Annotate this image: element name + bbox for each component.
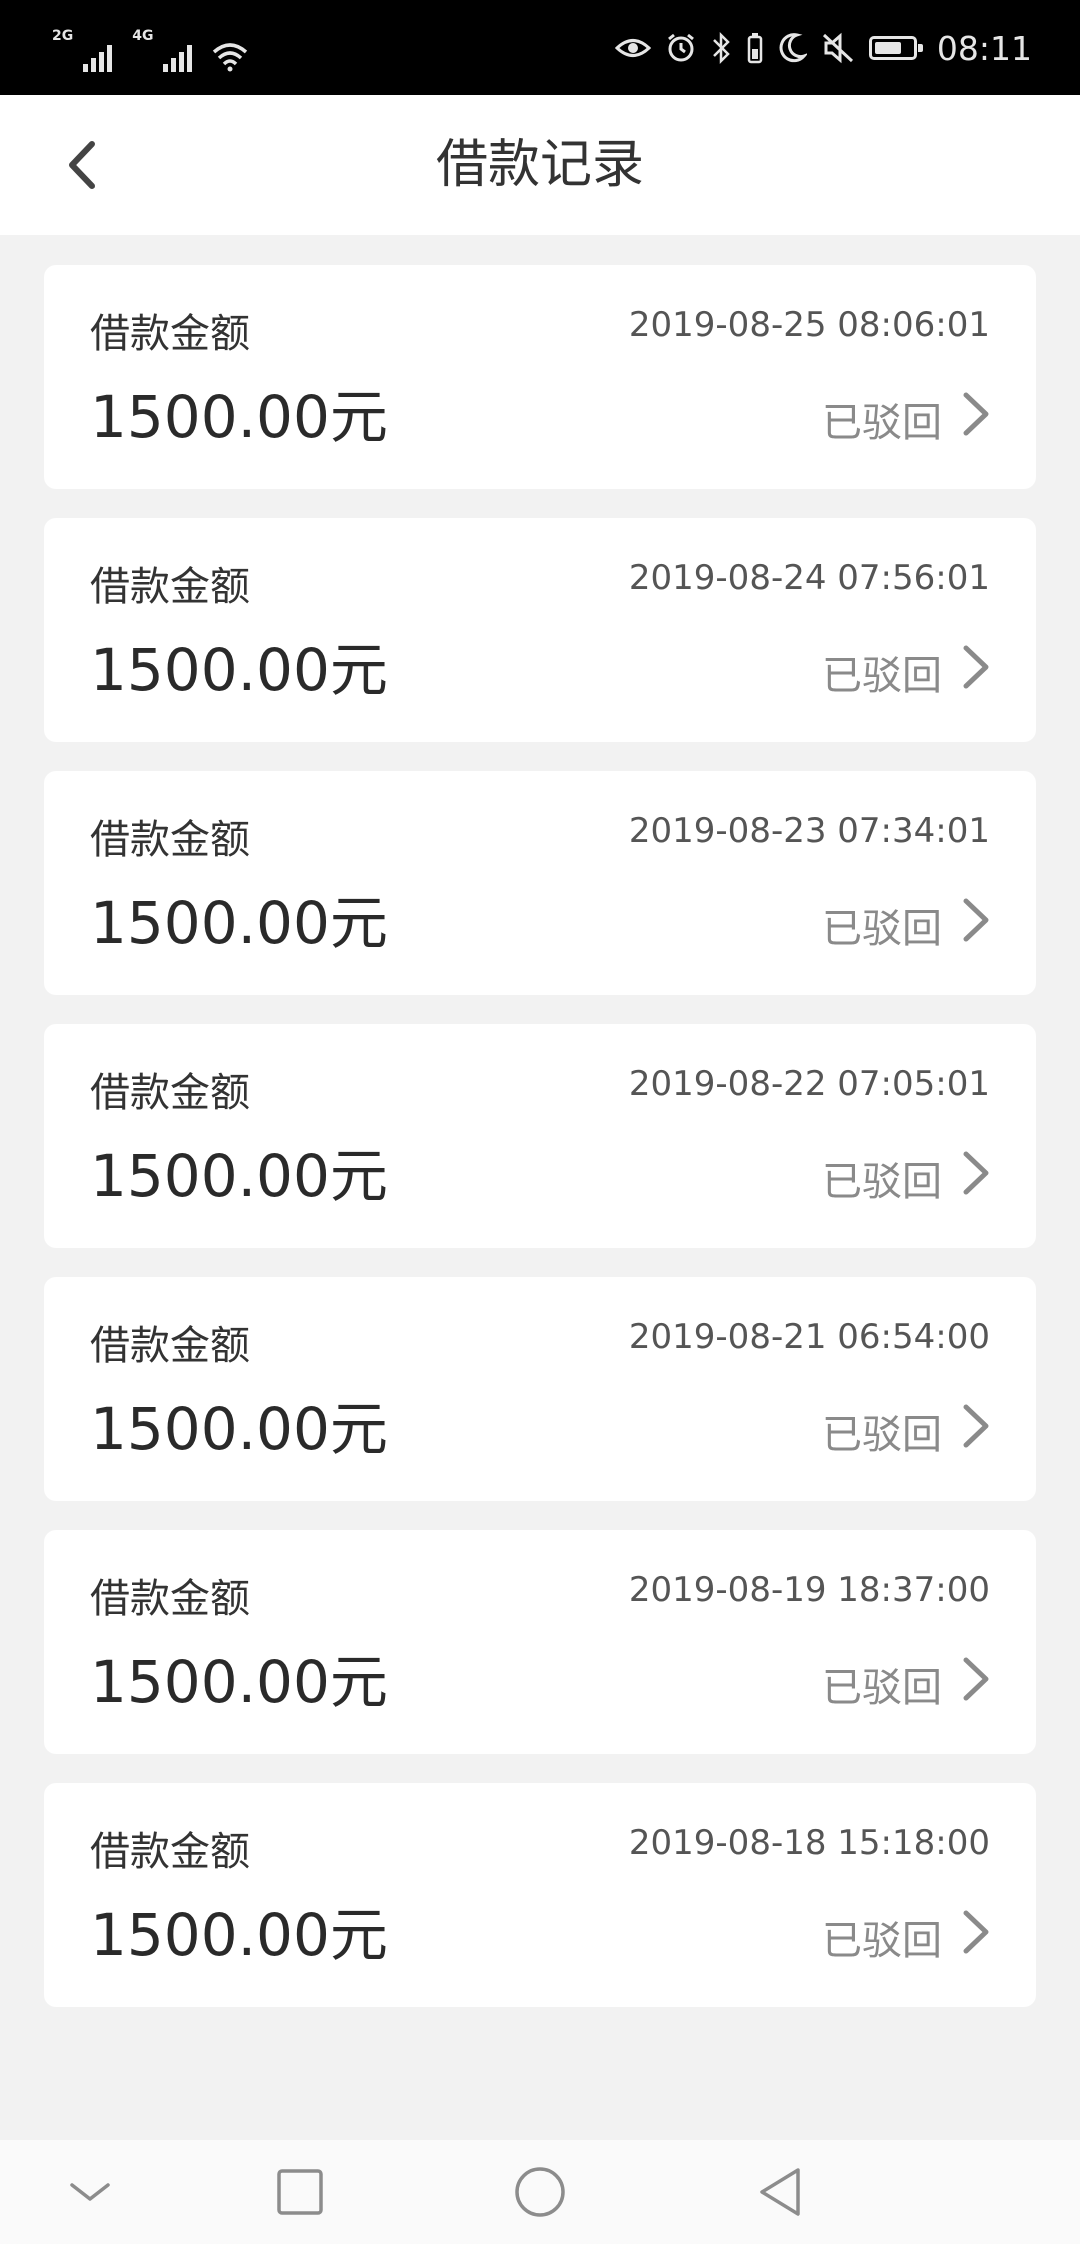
status-left: 2G 4G xyxy=(52,24,248,72)
record-card[interactable]: 借款金额 2019-08-18 15:18:00 1500.00元 已驳回 xyxy=(44,1783,1036,2007)
back-nav-button[interactable] xyxy=(750,2162,810,2222)
record-label: 借款金额 xyxy=(90,311,250,357)
record-time: 2019-08-25 08:06:01 xyxy=(628,305,990,345)
chevron-right-icon xyxy=(963,898,989,942)
record-label: 借款金额 xyxy=(90,1070,250,1116)
battery-icon xyxy=(868,36,923,60)
record-card[interactable]: 借款金额 2019-08-23 07:34:01 1500.00元 已驳回 xyxy=(44,771,1036,995)
hide-keyboard-button[interactable] xyxy=(60,2162,120,2222)
recents-button[interactable] xyxy=(270,2162,330,2222)
chevron-right-icon xyxy=(963,645,989,689)
record-card[interactable]: 借款金额 2019-08-25 08:06:01 1500.00元 已驳回 xyxy=(44,265,1036,489)
recents-icon xyxy=(277,2169,323,2215)
record-label: 借款金额 xyxy=(90,564,250,610)
chevron-right-icon xyxy=(963,1657,989,1701)
signal-icon xyxy=(83,42,113,72)
record-card[interactable]: 借款金额 2019-08-21 06:54:00 1500.00元 已驳回 xyxy=(44,1277,1036,1501)
record-time: 2019-08-24 07:56:01 xyxy=(628,558,990,598)
chevron-right-icon xyxy=(963,1151,989,1195)
hide-keyboard-icon xyxy=(70,2183,110,2201)
battery-saver-icon xyxy=(747,33,763,64)
record-card[interactable]: 借款金额 2019-08-19 18:37:00 1500.00元 已驳回 xyxy=(44,1530,1036,1754)
moon-icon xyxy=(779,33,807,63)
record-label: 借款金额 xyxy=(90,1323,250,1369)
record-status: 已驳回 xyxy=(822,1159,942,1205)
record-amount: 1500.00元 xyxy=(90,1901,388,1969)
bluetooth-icon xyxy=(713,31,730,65)
chevron-left-icon xyxy=(69,141,95,189)
record-time: 2019-08-18 15:18:00 xyxy=(628,1823,990,1863)
record-status: 已驳回 xyxy=(822,1665,942,1711)
status-bar: 2G 4G 08:11 xyxy=(0,0,1080,95)
record-status: 已驳回 xyxy=(822,1918,942,1964)
record-card[interactable]: 借款金额 2019-08-22 07:05:01 1500.00元 已驳回 xyxy=(44,1024,1036,1248)
page-title: 借款记录 xyxy=(435,135,644,195)
back-icon xyxy=(760,2168,800,2216)
record-card[interactable]: 借款金额 2019-08-24 07:56:01 1500.00元 已驳回 xyxy=(44,518,1036,742)
record-amount: 1500.00元 xyxy=(90,1142,388,1210)
status-right: 08:11 xyxy=(614,18,1032,78)
header: 借款记录 xyxy=(0,95,1080,235)
record-label: 借款金额 xyxy=(90,817,250,863)
record-time: 2019-08-21 06:54:00 xyxy=(628,1317,990,1357)
record-amount: 1500.00元 xyxy=(90,636,388,704)
record-status: 已驳回 xyxy=(822,400,942,446)
network-label-4g: 4G xyxy=(132,28,154,44)
record-status: 已驳回 xyxy=(822,653,942,699)
record-amount: 1500.00元 xyxy=(90,383,388,451)
record-amount: 1500.00元 xyxy=(90,1395,388,1463)
signal-icon-2 xyxy=(163,42,193,72)
record-amount: 1500.00元 xyxy=(90,1648,388,1716)
eye-icon xyxy=(614,39,651,57)
record-status: 已驳回 xyxy=(822,906,942,952)
home-icon xyxy=(515,2167,565,2217)
record-time: 2019-08-19 18:37:00 xyxy=(628,1570,990,1610)
network-label-2g: 2G xyxy=(52,28,74,44)
back-button[interactable] xyxy=(50,130,120,200)
alarm-icon xyxy=(667,33,694,62)
status-time: 08:11 xyxy=(936,28,1032,68)
system-nav-bar xyxy=(0,2140,1080,2244)
chevron-right-icon xyxy=(963,1910,989,1954)
record-label: 借款金额 xyxy=(90,1829,250,1875)
wifi-icon xyxy=(213,43,248,72)
chevron-right-icon xyxy=(963,1404,989,1448)
record-list: 借款金额 2019-08-25 08:06:01 1500.00元 已驳回 借款… xyxy=(44,265,1036,2036)
record-label: 借款金额 xyxy=(90,1576,250,1622)
chevron-right-icon xyxy=(963,392,989,436)
record-time: 2019-08-23 07:34:01 xyxy=(628,811,990,851)
record-status: 已驳回 xyxy=(822,1412,942,1458)
mute-icon xyxy=(822,32,853,64)
record-amount: 1500.00元 xyxy=(90,889,388,957)
home-button[interactable] xyxy=(510,2162,570,2222)
record-time: 2019-08-22 07:05:01 xyxy=(628,1064,990,1104)
